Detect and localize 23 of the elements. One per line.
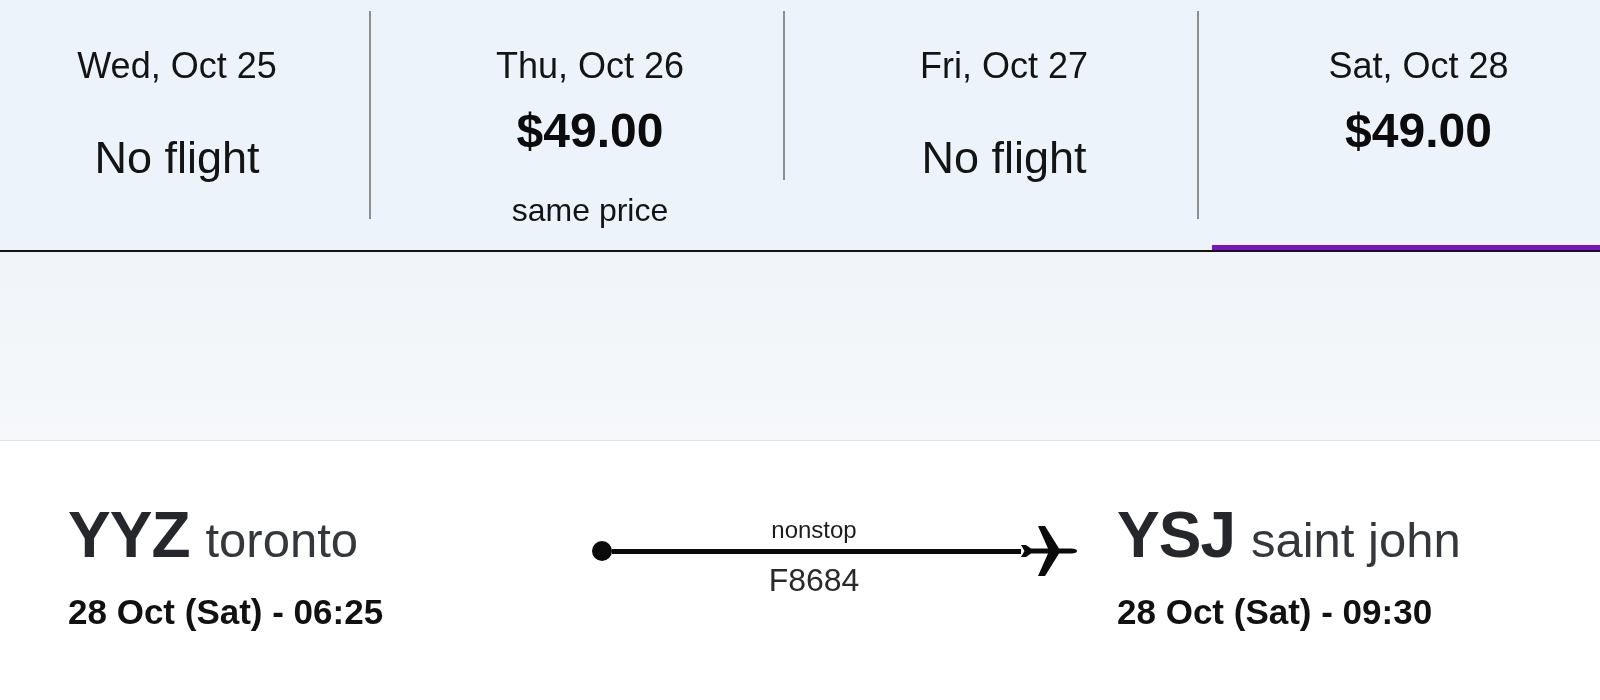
price-label: $49.00: [516, 105, 664, 157]
date-tab[interactable]: Thu, Oct 26 $49.00 same price: [371, 0, 783, 250]
date-tab[interactable]: Wed, Oct 25 No flight: [0, 0, 369, 250]
availability-label: No flight: [921, 134, 1087, 182]
origin-dot-icon: [592, 541, 612, 561]
city-name: saint john: [1250, 512, 1461, 569]
availability-label: No flight: [94, 134, 260, 182]
price-note: same price: [511, 192, 669, 228]
airport-code: YSJ: [1117, 499, 1235, 571]
airport-code: YYZ: [68, 499, 190, 571]
date-label: Sat, Oct 28: [1328, 46, 1509, 86]
airplane-icon: [1021, 526, 1077, 576]
stops-label: nonstop: [771, 517, 857, 543]
city-name: toronto: [205, 512, 359, 569]
date-label: Thu, Oct 26: [495, 46, 685, 86]
departure-datetime: 28 Oct (Sat) - 06:25: [68, 592, 384, 632]
date-tab[interactable]: Fri, Oct 27 No flight: [785, 0, 1197, 250]
arrival-datetime: 28 Oct (Sat) - 09:30: [1117, 592, 1433, 632]
price-label: $49.00: [1345, 105, 1492, 157]
date-tab[interactable]: Sat, Oct 28 $49.00: [1199, 0, 1600, 250]
date-label: Wed, Oct 25: [77, 46, 277, 86]
date-label: Fri, Oct 27: [920, 46, 1088, 86]
flight-number: F8684: [768, 562, 860, 598]
